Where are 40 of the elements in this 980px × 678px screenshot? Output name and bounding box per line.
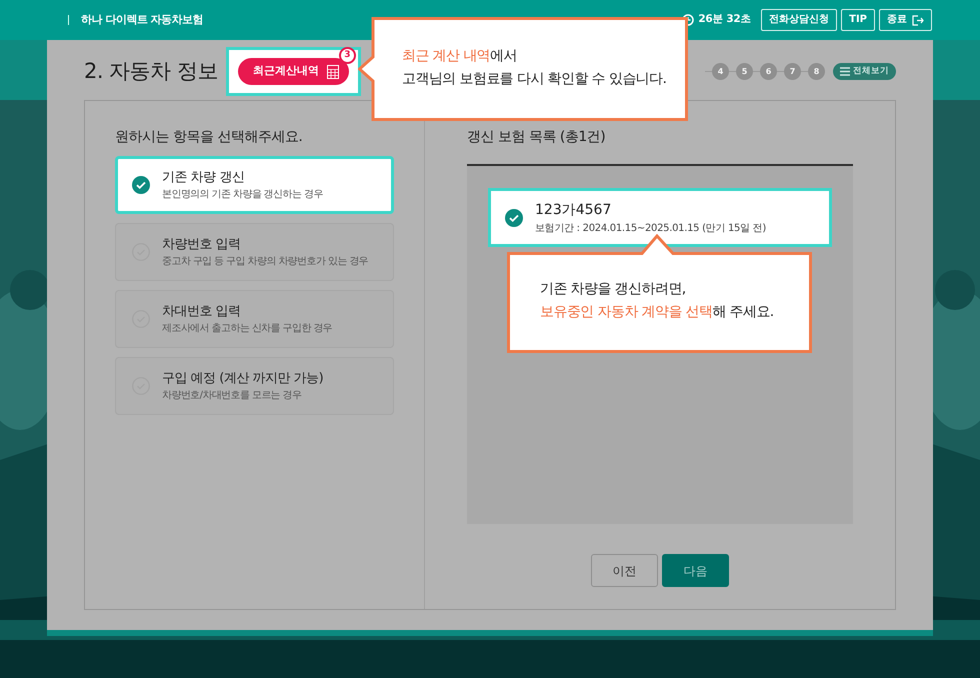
option-description: 본인명의의 기존 차량을 갱신하는 경우 — [162, 188, 323, 202]
step-indicator[interactable]: 4 — [712, 63, 729, 80]
option-description: 제조사에서 출고하는 신차를 구입한 경우 — [162, 322, 332, 336]
check-circle-icon — [132, 176, 150, 194]
option-item[interactable]: 구입 예정 (계산 까지만 가능) 차량번호/차대번호를 모르는 경우 — [115, 357, 394, 415]
step-indicator[interactable]: 7 — [784, 63, 801, 80]
menu-icon — [840, 67, 850, 76]
tooltip-text: 기존 차량을 갱신하려면, 보유중인 자동차 계약을 선택해 주세요. — [540, 280, 774, 322]
option-item[interactable]: 기존 차량 갱신 본인명의의 기존 차량을 갱신하는 경우 — [115, 156, 394, 214]
option-item[interactable]: 차량번호 입력 중고차 구입 등 구입 차량의 차량번호가 있는 경우 — [115, 223, 394, 281]
insurance-period: 보험기간 : 2024.01.15~2025.01.15 (만기 15일 전) — [535, 222, 766, 236]
step-indicator[interactable]: 6 — [760, 63, 777, 80]
calculator-icon — [326, 64, 339, 78]
next-button[interactable]: 다음 — [662, 554, 729, 587]
check-circle-icon — [505, 208, 523, 226]
option-title: 기존 차량 갱신 — [162, 168, 246, 187]
recent-calculation-button[interactable]: 최근계산내역 — [238, 58, 349, 85]
plate-number: 123가4567 — [535, 200, 612, 220]
tooltip-text: 최근 계산 내역에서 고객님의 보험료를 다시 확인할 수 있습니다. — [402, 47, 666, 89]
option-title: 구입 예정 (계산 까지만 가능) — [162, 370, 324, 388]
option-title: 차대번호 입력 — [162, 302, 242, 321]
app-title: 하나 다이렉트 자동차보험 — [81, 12, 204, 28]
page-title: 2. 자동차 정보 — [84, 58, 218, 85]
step-indicator[interactable]: 5 — [736, 63, 753, 80]
list-heading: 갱신 보험 목록 (총1건) — [467, 128, 606, 147]
option-item[interactable]: 차대번호 입력 제조사에서 출고하는 신차를 구입한 경우 — [115, 290, 394, 348]
step-indicator[interactable]: 8 — [808, 63, 825, 80]
header-button[interactable]: 전화상담신청 — [761, 9, 838, 31]
previous-button[interactable]: 이전 — [591, 554, 658, 587]
timer-text: 26분 32초 — [698, 12, 752, 28]
option-description: 차량번호/차대번호를 모르는 경우 — [162, 389, 303, 404]
exit-icon — [912, 14, 924, 26]
option-description: 중고차 구입 등 구입 차량의 차량번호가 있는 경우 — [162, 255, 368, 270]
options-heading: 원하시는 항목을 선택해주세요. — [115, 128, 304, 147]
count-badge: 3 — [338, 47, 356, 64]
option-title: 차량번호 입력 — [162, 236, 242, 254]
overview-button[interactable]: 전체보기 — [833, 63, 896, 80]
header-button[interactable]: TIP — [841, 9, 875, 31]
header-button[interactable]: 종료 — [879, 9, 932, 31]
policy-card[interactable]: 123가4567 보험기간 : 2024.01.15~2025.01.15 (만기 15일 전) — [488, 188, 832, 247]
